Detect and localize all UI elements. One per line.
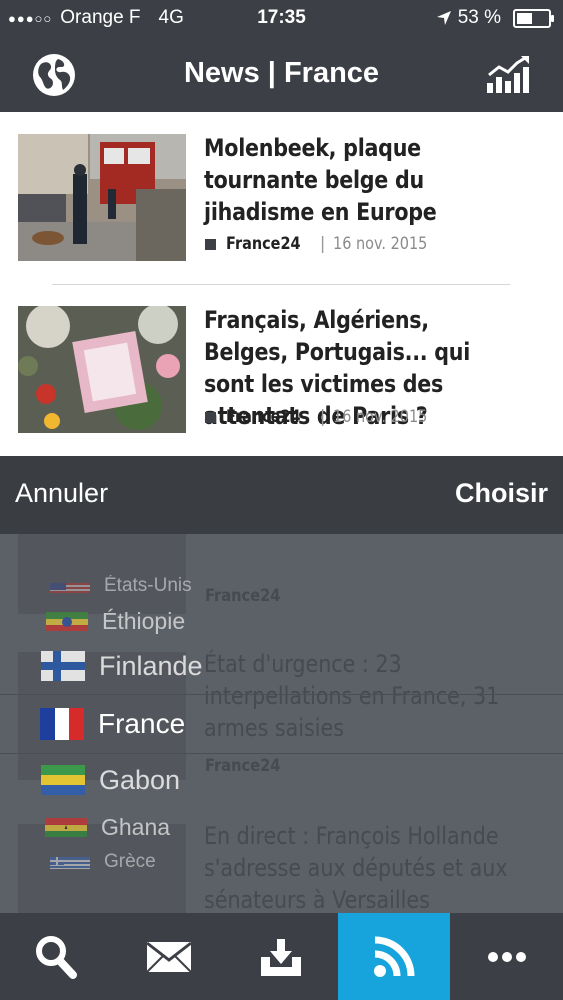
tab-bar — [0, 913, 563, 1000]
tab-rss[interactable] — [337, 913, 451, 1000]
cancel-button[interactable]: Annuler — [15, 478, 108, 509]
article-thumbnail — [18, 134, 186, 261]
picker-row[interactable]: Ghana — [45, 812, 170, 842]
page-title: News | France — [183, 57, 380, 89]
tab-download[interactable] — [225, 913, 338, 1000]
country-name: Grèce — [104, 851, 156, 872]
chart-icon — [487, 56, 529, 93]
rss-icon — [374, 936, 415, 977]
search-icon — [36, 935, 78, 979]
country-name: Gabon — [99, 764, 181, 795]
article-meta: France24 | 16 nov. 2015 — [205, 407, 445, 427]
article-date: 16 nov. 2015 — [333, 234, 428, 254]
country-name: Ghana — [101, 813, 171, 840]
location-arrow-icon — [436, 11, 451, 25]
country-name: États-Unis — [104, 575, 192, 596]
article-source: France24 — [226, 234, 301, 254]
us-flag-icon — [50, 580, 90, 593]
selection-line-bottom — [0, 753, 563, 754]
article-source: France24 — [226, 407, 301, 427]
source-square-icon — [205, 411, 216, 423]
background-source: France24 — [205, 586, 281, 606]
article-meta: France24 | 16 nov. 2015 — [205, 234, 445, 254]
article-date: 16 nov. 2015 — [333, 407, 428, 427]
source-square-icon — [205, 238, 216, 250]
choose-button[interactable]: Choisir — [455, 478, 548, 509]
article-thumbnail — [18, 306, 186, 433]
background-headline: État d'urgence : 23 interpellations en F… — [204, 650, 500, 742]
tab-mail[interactable] — [113, 913, 226, 1000]
download-icon — [261, 938, 302, 976]
meta-separator: | — [319, 234, 326, 254]
ghana-flag-icon — [45, 817, 87, 837]
tab-search[interactable] — [0, 913, 113, 1000]
status-bar: ●●●○○ Orange F 4G 17:35 53 % — [0, 0, 563, 38]
picker-row[interactable]: Éthiopie — [46, 606, 185, 636]
picker-row[interactable]: Grèce — [50, 850, 156, 874]
picker-row[interactable]: Gabon — [41, 762, 180, 798]
country-name: Éthiopie — [102, 607, 186, 634]
mail-icon — [145, 941, 192, 973]
news-item[interactable]: Français, Algériens, Belges, Portugais..… — [0, 285, 563, 456]
france-flag-icon — [40, 708, 84, 740]
background-headline: En direct : François Hollande s'adresse … — [204, 822, 508, 914]
greece-flag-icon — [50, 855, 90, 869]
picker-row-selected[interactable]: France — [40, 706, 185, 742]
news-item[interactable]: Molenbeek, plaque tournante belge du jih… — [0, 112, 563, 284]
background-source: France24 — [205, 756, 281, 776]
battery-percent: 53 % — [457, 7, 501, 28]
app-header: News | France — [0, 38, 563, 112]
picker-toolbar: Annuler Choisir — [0, 456, 563, 534]
gabon-flag-icon — [41, 765, 85, 795]
finland-flag-icon — [41, 651, 85, 681]
country-name: Finlande — [99, 650, 203, 681]
more-icon — [487, 951, 526, 962]
ethiopia-flag-icon — [46, 611, 88, 631]
picker-row[interactable]: Finlande — [41, 648, 203, 684]
tab-more[interactable] — [450, 913, 563, 1000]
picker-row[interactable]: États-Unis — [50, 574, 192, 598]
meta-separator: | — [319, 407, 326, 427]
selection-line-top — [0, 694, 563, 695]
battery-icon — [513, 8, 554, 28]
country-picker[interactable]: France24 État d'urgence : 23 interpellat… — [0, 534, 563, 914]
country-name: France — [98, 708, 186, 739]
article-headline[interactable]: Molenbeek, plaque tournante belge du jih… — [204, 132, 501, 228]
chart-button[interactable] — [484, 52, 532, 98]
